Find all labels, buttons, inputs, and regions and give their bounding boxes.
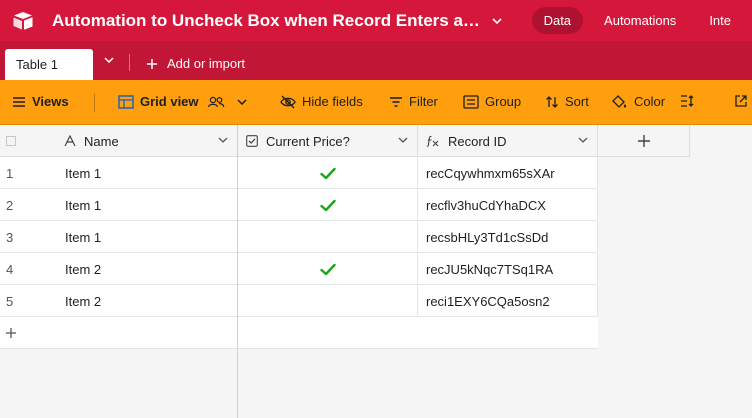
chevron-down-icon[interactable] — [237, 98, 247, 105]
row-number: 5 — [6, 293, 14, 309]
eye-off-icon — [280, 95, 296, 109]
checkbox-cell[interactable] — [238, 189, 418, 221]
table-row[interactable]: 4 Item 2 recJU5kNqc7TSq1RA — [0, 253, 598, 285]
add-or-import-button[interactable]: Add or import — [146, 56, 245, 71]
plus-icon — [146, 58, 158, 70]
paint-bucket-icon — [612, 94, 628, 109]
name-cell[interactable]: Item 2 — [56, 285, 238, 317]
tab-table-1[interactable]: Table 1 — [5, 49, 93, 80]
check-icon — [319, 167, 336, 180]
formula-icon — [426, 135, 440, 147]
column-header-label: Current Price? — [266, 133, 350, 149]
airtable-app: Automation to Uncheck Box when Record En… — [0, 0, 752, 418]
checkbox-cell[interactable] — [238, 253, 418, 285]
column-header-label: Name — [84, 133, 119, 149]
sort-button[interactable]: Sort — [545, 94, 589, 109]
hide-fields-label: Hide fields — [302, 94, 363, 109]
text-icon — [64, 135, 76, 147]
group-icon — [463, 94, 479, 109]
chevron-down-icon[interactable] — [578, 137, 588, 143]
chevron-down-icon[interactable] — [492, 17, 502, 24]
name-cell[interactable]: Item 2 — [56, 253, 238, 285]
hamburger-icon — [12, 96, 26, 108]
share-icon — [734, 94, 748, 108]
grid-icon — [118, 94, 134, 109]
view-toolbar: Views Grid view Hide fields Filter Group… — [0, 80, 752, 125]
row-number: 3 — [6, 229, 14, 245]
row-number: 2 — [6, 197, 14, 213]
row-height-button[interactable] — [680, 94, 700, 108]
group-label: Group — [485, 94, 522, 109]
filter-icon — [389, 96, 403, 108]
plus-icon — [637, 134, 651, 148]
filter-label: Filter — [409, 94, 438, 109]
chevron-down-icon[interactable] — [104, 57, 114, 63]
check-icon — [319, 199, 336, 212]
column-header-record-id[interactable]: Record ID — [418, 125, 598, 157]
chevron-down-icon[interactable] — [398, 137, 408, 143]
checkbox-cell[interactable] — [238, 157, 418, 189]
nav-tab-data[interactable]: Data — [531, 7, 584, 34]
checkbox-cell[interactable] — [238, 285, 418, 317]
check-icon — [319, 263, 336, 276]
table-row[interactable]: 5 Item 2 reci1EXY6CQa5osn2 — [0, 285, 598, 317]
plus-icon — [5, 327, 17, 339]
name-cell[interactable]: Item 1 — [56, 221, 238, 253]
table-row[interactable]: 2 Item 1 recflv3huCdYhaDCX — [0, 189, 598, 221]
record-id-cell[interactable]: recsbHLy3Td1cSsDd — [418, 221, 598, 253]
row-number: 1 — [6, 165, 14, 181]
column-header-name[interactable]: Name — [56, 125, 238, 157]
record-id-cell[interactable]: recJU5kNqc7TSq1RA — [418, 253, 598, 285]
row-number: 4 — [6, 261, 14, 277]
users-icon — [207, 96, 225, 108]
add-or-import-label: Add or import — [167, 56, 246, 71]
divider — [94, 94, 95, 112]
checkbox-cell[interactable] — [238, 221, 418, 253]
checkbox-field-icon — [246, 135, 258, 147]
add-record-button[interactable] — [0, 317, 238, 349]
share-view-button[interactable] — [734, 94, 752, 108]
header-row: Name Current Price? Record ID — [0, 125, 598, 157]
select-all-cell[interactable] — [0, 125, 56, 157]
table-tabs-bar: Table 1 Add or import — [0, 41, 752, 80]
nav-tab-interfaces[interactable]: Inte — [697, 7, 743, 34]
top-bar: Automation to Uncheck Box when Record En… — [0, 0, 752, 41]
grid-view-button[interactable]: Grid view — [118, 94, 253, 109]
select-all-checkbox[interactable] — [6, 136, 16, 146]
table-row[interactable]: 1 Item 1 recCqywhmxm65sXAr — [0, 157, 598, 189]
frozen-column-divider — [237, 125, 238, 418]
row-height-icon — [680, 94, 694, 108]
hide-fields-button[interactable]: Hide fields — [280, 94, 363, 109]
views-button[interactable]: Views — [12, 94, 69, 109]
base-title[interactable]: Automation to Uncheck Box when Record En… — [52, 11, 484, 31]
grid-view-label: Grid view — [140, 94, 199, 109]
views-label: Views — [32, 94, 69, 109]
group-button[interactable]: Group — [463, 94, 521, 109]
chevron-down-icon[interactable] — [218, 137, 228, 143]
column-header-label: Record ID — [448, 133, 507, 149]
name-cell[interactable]: Item 1 — [56, 157, 238, 189]
record-id-cell[interactable]: recCqywhmxm65sXAr — [418, 157, 598, 189]
divider — [129, 54, 130, 71]
airtable-logo-icon[interactable] — [12, 10, 34, 32]
color-label: Color — [634, 94, 666, 109]
record-id-cell[interactable]: reci1EXY6CQa5osn2 — [418, 285, 598, 317]
sort-icon — [545, 95, 559, 109]
table-row[interactable]: 3 Item 1 recsbHLy3Td1cSsDd — [0, 221, 598, 253]
add-record-row[interactable] — [0, 317, 598, 349]
color-button[interactable]: Color — [612, 94, 665, 109]
record-id-cell[interactable]: recflv3huCdYhaDCX — [418, 189, 598, 221]
add-field-button[interactable] — [598, 125, 690, 157]
grid-view: Name Current Price? Record ID 1 Item 1 r… — [0, 125, 752, 418]
nav-tab-automations[interactable]: Automations — [592, 7, 688, 34]
sort-label: Sort — [565, 94, 589, 109]
name-cell[interactable]: Item 1 — [56, 189, 238, 221]
filter-button[interactable]: Filter — [389, 94, 438, 109]
column-header-current-price[interactable]: Current Price? — [238, 125, 418, 157]
